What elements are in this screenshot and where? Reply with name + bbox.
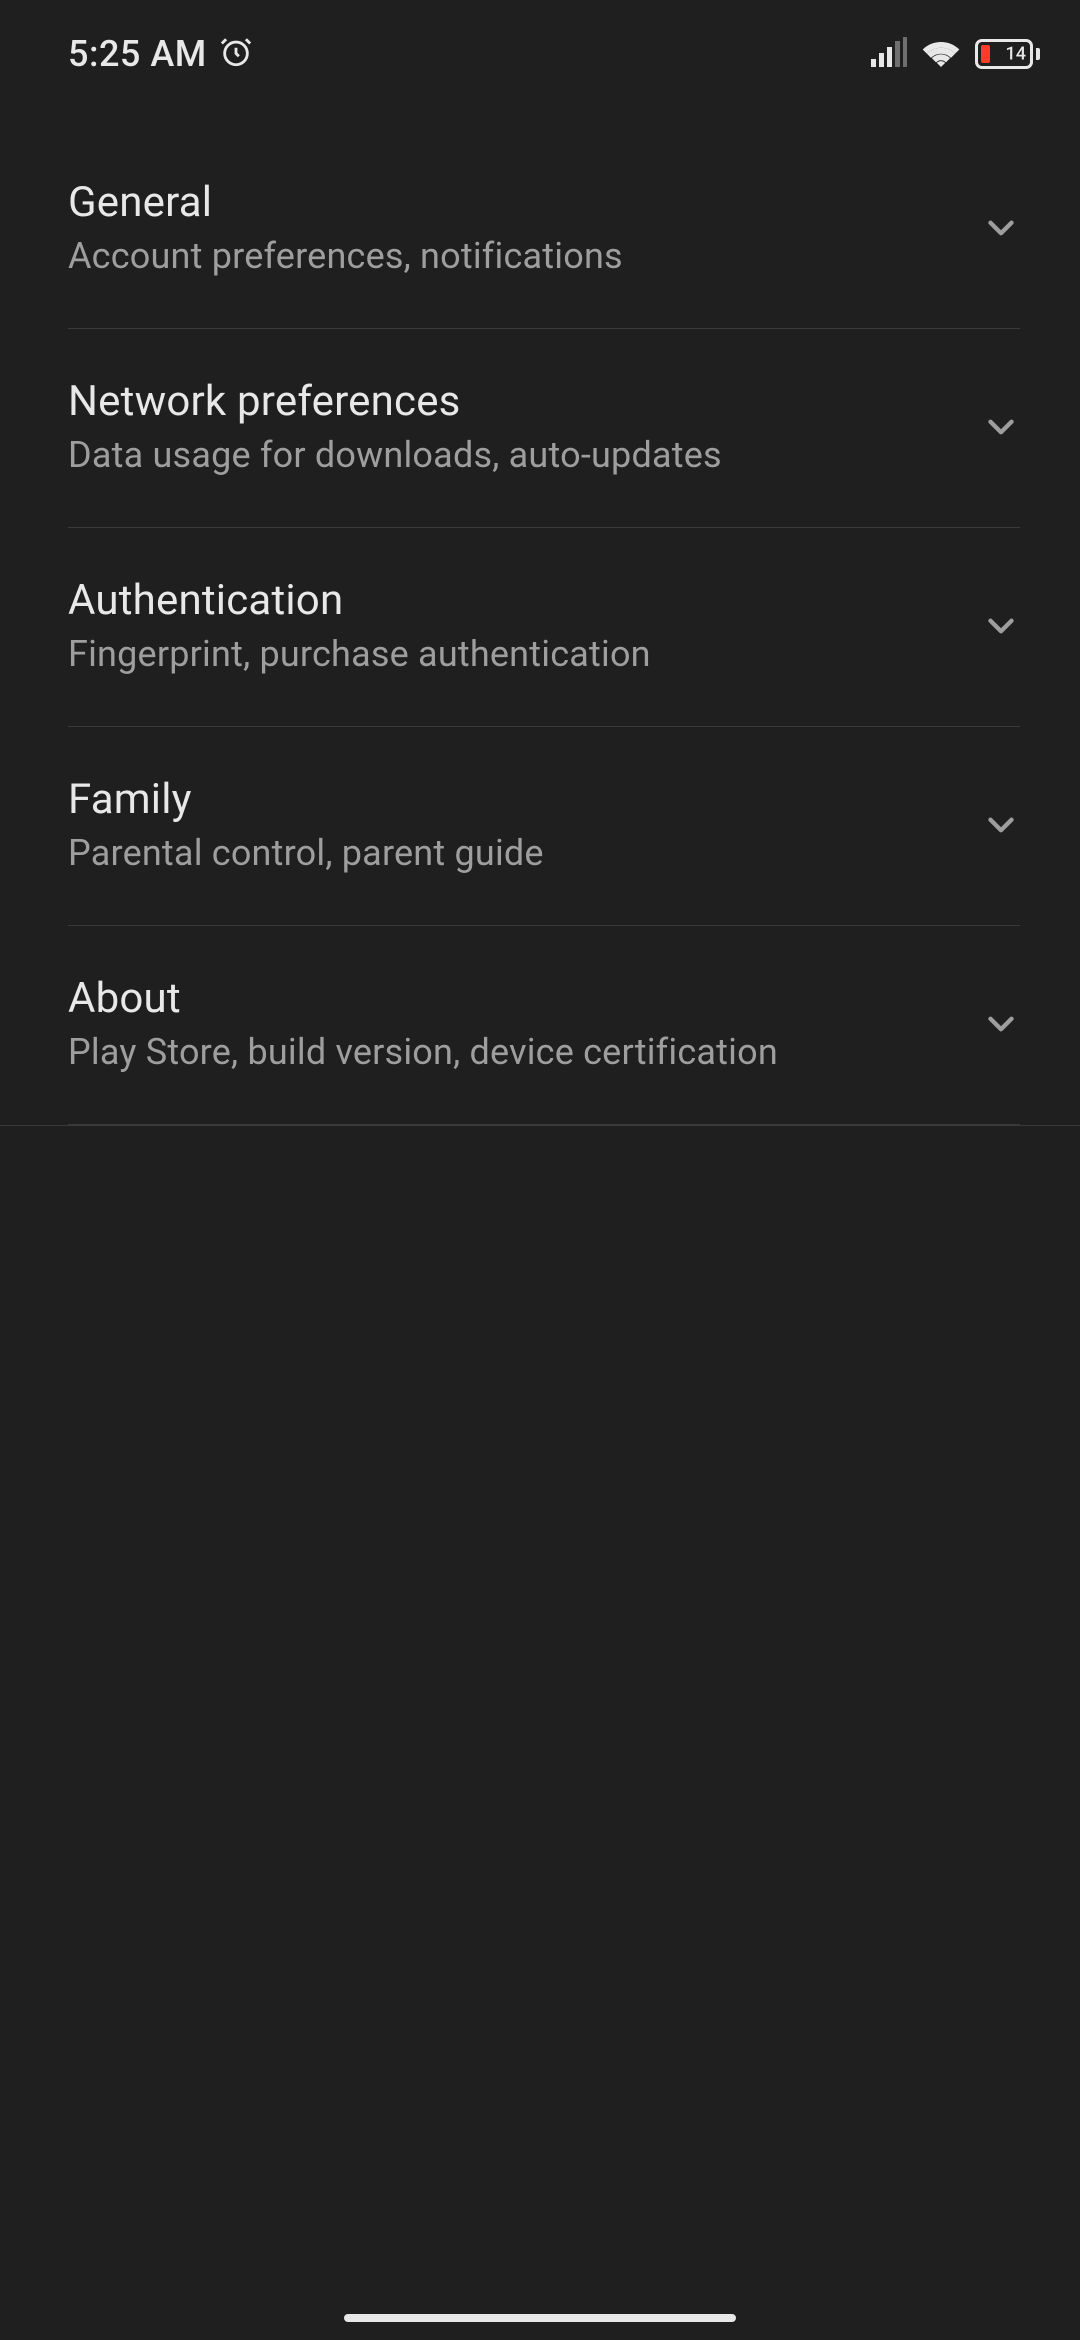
settings-item-title: General: [68, 178, 960, 227]
settings-item-subtitle: Parental control, parent guide: [68, 832, 960, 874]
status-bar: 5:25 AM: [0, 0, 1080, 80]
settings-item-text: Network preferences Data usage for downl…: [68, 377, 960, 476]
chevron-down-icon: [980, 804, 1022, 846]
settings-item-about[interactable]: About Play Store, build version, device …: [0, 926, 1080, 1126]
settings-item-title: About: [68, 974, 960, 1023]
chevron-down-icon: [980, 406, 1022, 448]
settings-item-text: About Play Store, build version, device …: [68, 974, 960, 1073]
settings-item-title: Authentication: [68, 576, 960, 625]
settings-item-authentication[interactable]: Authentication Fingerprint, purchase aut…: [0, 528, 1080, 727]
settings-item-general[interactable]: General Account preferences, notificatio…: [0, 130, 1080, 329]
settings-item-family[interactable]: Family Parental control, parent guide: [0, 727, 1080, 926]
settings-item-text: General Account preferences, notificatio…: [68, 178, 960, 277]
battery-fill: [981, 45, 990, 63]
status-left: 5:25 AM: [68, 33, 253, 75]
home-indicator[interactable]: [344, 2314, 736, 2322]
battery-indicator: 14: [975, 39, 1040, 69]
settings-item-subtitle: Data usage for downloads, auto-updates: [68, 434, 960, 476]
settings-item-subtitle: Play Store, build version, device certif…: [68, 1031, 960, 1073]
settings-list: General Account preferences, notificatio…: [0, 80, 1080, 1126]
settings-item-title: Network preferences: [68, 377, 960, 426]
settings-item-subtitle: Fingerprint, purchase authentication: [68, 633, 960, 675]
cellular-signal-icon: [871, 37, 907, 71]
chevron-down-icon: [980, 1003, 1022, 1045]
battery-percentage: 14: [1006, 44, 1026, 65]
alarm-icon: [219, 35, 253, 73]
settings-item-network[interactable]: Network preferences Data usage for downl…: [0, 329, 1080, 528]
settings-item-title: Family: [68, 775, 960, 824]
settings-item-text: Authentication Fingerprint, purchase aut…: [68, 576, 960, 675]
chevron-down-icon: [980, 605, 1022, 647]
chevron-down-icon: [980, 207, 1022, 249]
status-time: 5:25 AM: [68, 33, 207, 75]
settings-item-subtitle: Account preferences, notifications: [68, 235, 960, 277]
status-right: 14: [871, 37, 1040, 71]
wifi-icon: [921, 37, 961, 71]
settings-item-text: Family Parental control, parent guide: [68, 775, 960, 874]
